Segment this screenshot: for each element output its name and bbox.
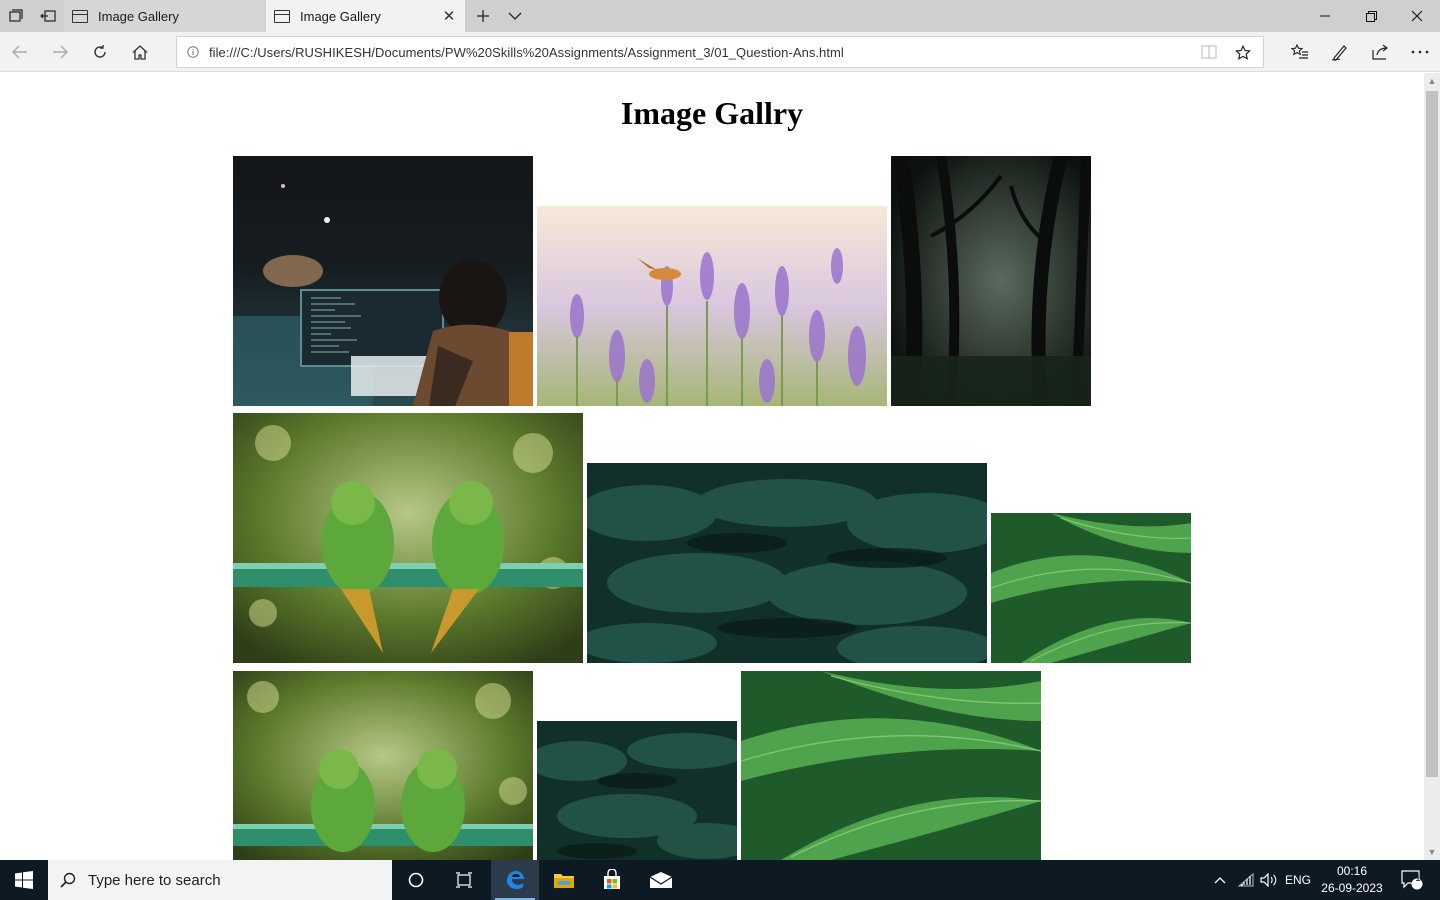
page-icon [274, 9, 290, 23]
share-icon[interactable] [1360, 32, 1400, 72]
favorites-hub-icon[interactable] [1280, 32, 1320, 72]
windows-logo-icon [15, 871, 33, 889]
tab-image-gallery-1[interactable]: Image Gallery [64, 0, 265, 32]
file-explorer-icon[interactable] [540, 860, 588, 900]
gallery-image-lavender [537, 206, 887, 406]
new-tab-icon[interactable] [467, 0, 499, 32]
tab-image-gallery-2[interactable]: Image Gallery ✕ [266, 0, 465, 32]
reading-view-icon[interactable] [1199, 43, 1219, 61]
site-info-icon[interactable] [177, 46, 209, 58]
notification-count-badge: 1 [1415, 873, 1421, 884]
volume-icon[interactable] [1258, 860, 1280, 900]
gallery-image-leaves-2 [741, 671, 1041, 860]
address-url[interactable]: file:///C:/Users/RUSHIKESH/Documents/PW%… [209, 45, 844, 60]
close-window-button[interactable] [1394, 0, 1440, 32]
green-leaves-photo-2 [741, 671, 1041, 860]
developer-at-desk-photo [233, 156, 533, 406]
scroll-up-arrow-icon[interactable]: ▲ [1424, 73, 1440, 89]
edge-browser-taskbar-icon[interactable] [491, 860, 539, 900]
more-menu-icon[interactable] [1400, 32, 1440, 72]
green-leaves-photo-1 [991, 513, 1191, 663]
scroll-down-arrow-icon[interactable]: ▼ [1424, 844, 1440, 860]
windows-taskbar: Type here to search ENG 00:16 26-09-2023… [0, 860, 1440, 900]
forward-button[interactable] [40, 32, 80, 72]
network-wifi-icon[interactable] [1234, 860, 1258, 900]
gallery-image-leaves-1 [991, 513, 1191, 663]
close-tab-icon[interactable]: ✕ [439, 6, 459, 26]
home-button[interactable] [120, 32, 160, 72]
gallery-image-pine-1 [587, 463, 987, 663]
web-note-pen-icon[interactable] [1320, 32, 1360, 72]
page-scrollbar[interactable]: ▲ ▼ [1424, 73, 1440, 860]
gallery-image-forest [891, 156, 1091, 406]
browser-toolbar: file:///C:/Users/RUSHIKESH/Documents/PW%… [0, 32, 1440, 72]
mail-icon[interactable] [637, 860, 685, 900]
set-tabs-aside-icon[interactable] [32, 0, 64, 32]
tab-actions-icon[interactable] [0, 0, 32, 32]
page-viewport: Image Gallry [0, 73, 1424, 860]
dark-forest-photo [891, 156, 1091, 406]
page-icon [72, 9, 88, 23]
scrollbar-thumb[interactable] [1426, 91, 1438, 777]
task-view-icon[interactable] [440, 860, 488, 900]
gallery-image-pine-2 [537, 721, 737, 860]
page-title: Image Gallry [620, 95, 804, 131]
gallery-image-parrots-2 [233, 671, 533, 860]
browser-tab-bar: Image Gallery Image Gallery ✕ [0, 0, 1440, 32]
cortana-icon[interactable] [392, 860, 440, 900]
tab-title: Image Gallery [300, 8, 381, 24]
microsoft-store-icon[interactable] [588, 860, 636, 900]
pine-foliage-photo-2 [537, 721, 737, 860]
parrots-photo-1 [233, 413, 583, 663]
show-hidden-icons-chevron-icon[interactable] [1208, 860, 1232, 900]
start-button[interactable] [0, 860, 48, 900]
address-bar[interactable]: file:///C:/Users/RUSHIKESH/Documents/PW%… [176, 36, 1264, 68]
taskbar-search-box[interactable]: Type here to search [48, 860, 392, 900]
language-indicator[interactable]: ENG [1282, 860, 1314, 900]
gallery-image-parrots-1 [233, 413, 583, 663]
clock-time: 00:16 [1336, 864, 1368, 878]
tab-preview-chevron-icon[interactable] [499, 0, 531, 32]
refresh-button[interactable] [80, 32, 120, 72]
restore-button[interactable] [1348, 0, 1394, 32]
gallery-image-developer [233, 156, 533, 406]
minimize-button[interactable] [1302, 0, 1348, 32]
back-button[interactable] [0, 32, 40, 72]
clock-date: 26-09-2023 [1321, 881, 1383, 895]
search-placeholder: Type here to search [88, 871, 221, 889]
parrots-photo-2 [233, 671, 533, 860]
search-icon [48, 872, 88, 888]
taskbar-clock[interactable]: 00:16 26-09-2023 [1316, 860, 1388, 900]
tab-title: Image Gallery [98, 8, 179, 24]
action-center-button[interactable]: 1 [1392, 860, 1432, 900]
favorite-star-icon[interactable] [1231, 41, 1255, 65]
pine-foliage-photo-1 [587, 463, 987, 663]
lavender-moth-photo [537, 206, 887, 406]
